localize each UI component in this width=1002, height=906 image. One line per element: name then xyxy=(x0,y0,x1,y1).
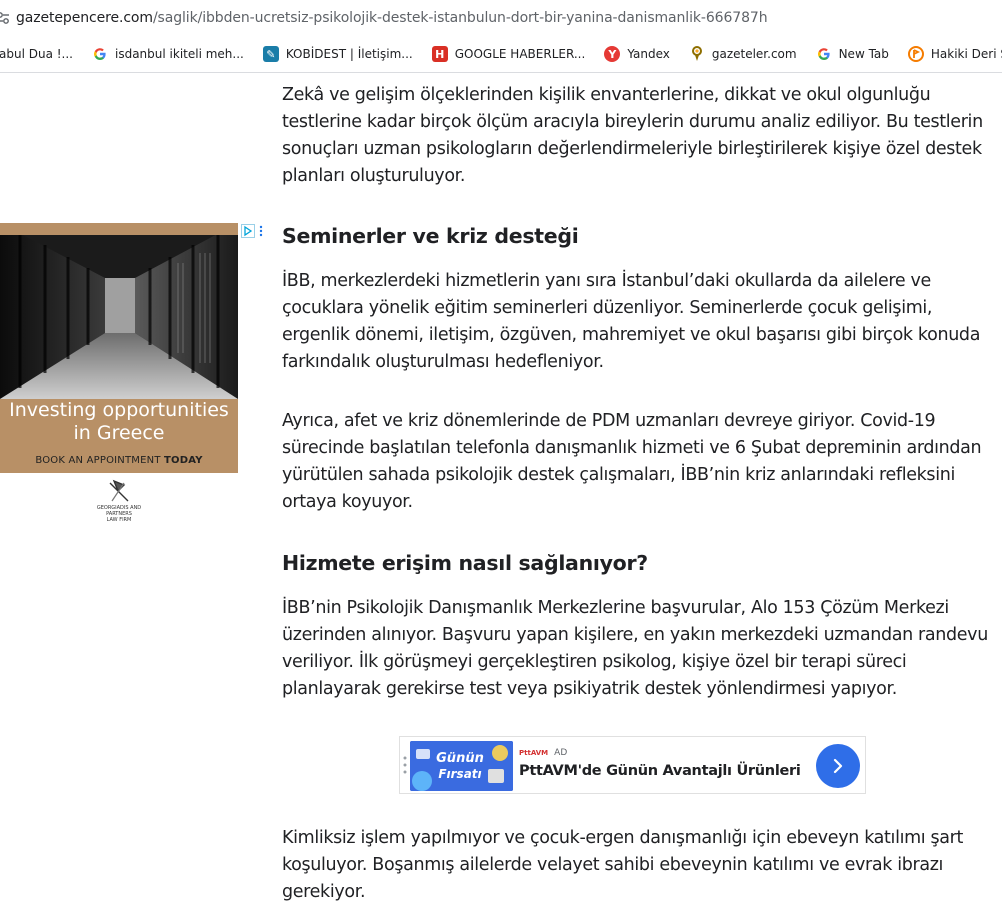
url-path: /saglik/ibbden-ucretsiz-psikolojik-deste… xyxy=(152,10,768,26)
address-bar[interactable]: gazetepencere.com/saglik/ibbden-ucretsiz… xyxy=(0,0,1002,36)
ad-label: AD xyxy=(554,748,568,758)
law-firm-logo: GEORGIADIS AND PARTNERS LAW FIRM xyxy=(84,479,154,523)
article-paragraph: Ayrıca, afet ve kriz dönemlerinde de PDM… xyxy=(282,411,982,512)
bookmark-item[interactable]: H GOOGLE HABERLER... xyxy=(431,46,586,62)
law-firm-line1: GEORGIADIS AND PARTNERS xyxy=(96,505,142,517)
pencil-icon: ✎ xyxy=(262,46,279,62)
left-ad[interactable]: Investing opportunities in Greece BOOK A… xyxy=(0,223,267,523)
ad-headline: Investing opportunities in Greece xyxy=(0,399,238,445)
ad-brand: PttAVM xyxy=(519,749,549,757)
shop-icon xyxy=(907,46,924,62)
article-paragraph: Kimliksiz işlem yapılmıyor ve çocuk-erge… xyxy=(282,828,964,902)
bookmark-label: abul Dua !... xyxy=(0,47,73,61)
article-paragraph: Zekâ ve gelişim ölçeklerinden kişilik en… xyxy=(282,85,983,186)
ad-choices-icon[interactable] xyxy=(241,224,255,238)
bookmark-item[interactable]: New Tab xyxy=(815,46,889,62)
bookmark-item[interactable]: Hakiki Deri Siyah Er... xyxy=(907,46,1002,62)
h-icon: H xyxy=(431,46,448,62)
bookmark-label: GOOGLE HABERLER... xyxy=(454,47,586,61)
bookmark-label: Yandex xyxy=(627,47,670,61)
law-firm-name: GEORGIADIS AND PARTNERS LAW FIRM xyxy=(84,505,154,523)
url-text[interactable]: gazetepencere.com/saglik/ibbden-ucretsiz… xyxy=(16,10,768,26)
chevron-right-icon xyxy=(833,758,843,774)
ad-thumbnail: Günün Fırsatı xyxy=(410,741,513,791)
google-icon xyxy=(815,46,832,62)
bookmark-label: Hakiki Deri Siyah Er... xyxy=(930,47,1002,61)
ad-photo xyxy=(0,223,238,399)
site-info-icon[interactable] xyxy=(0,11,10,25)
bookmark-item[interactable]: ✎ KOBİDEST | İletişim... xyxy=(262,46,413,62)
bookmark-label: gazeteler.com xyxy=(711,47,797,61)
bookmark-label: New Tab xyxy=(838,47,889,61)
section-heading: Hizmete erişim nasıl sağlanıyor? xyxy=(282,551,648,575)
pin-icon xyxy=(688,46,705,62)
law-firm-line2: LAW FIRM xyxy=(106,517,132,523)
drag-handle-icon xyxy=(402,755,408,775)
ad-cta-bold: TODAY xyxy=(164,455,203,466)
ad-open-button[interactable] xyxy=(816,744,860,788)
bookmark-item[interactable]: abul Dua !... xyxy=(0,47,73,61)
section-heading: Seminerler ve kriz desteği xyxy=(282,224,579,248)
yandex-icon: Y xyxy=(604,46,621,62)
bookmark-item[interactable]: isdanbul ikiteli meh... xyxy=(92,46,244,62)
inline-ad[interactable]: Günün Fırsatı PttAVM AD PttAVM'de Günün A… xyxy=(399,736,866,794)
quill-icon xyxy=(109,479,129,502)
ad-title[interactable]: PttAVM'de Günün Avantajlı Ürünleri xyxy=(519,763,801,779)
ad-choices[interactable] xyxy=(238,223,267,239)
bookmarks-bar: abul Dua !... isdanbul ikiteli meh... ✎ … xyxy=(0,36,1002,73)
more-options-icon[interactable] xyxy=(255,224,267,238)
ad-cta-text: BOOK AN APPOINTMENT xyxy=(35,455,161,466)
ad-cta[interactable]: BOOK AN APPOINTMENT TODAY xyxy=(0,455,238,466)
google-icon xyxy=(92,46,108,62)
ad-thumb-line2: Fırsatı xyxy=(438,767,481,781)
bookmark-item[interactable]: gazeteler.com xyxy=(688,46,797,62)
bookmark-item[interactable]: Y Yandex xyxy=(604,46,670,62)
bookmark-label: KOBİDEST | İletişim... xyxy=(285,47,413,61)
article-paragraph: İBB’nin Psikolojik Danışmanlık Merkezler… xyxy=(282,598,988,699)
article-paragraph: İBB, merkezlerdeki hizmetlerin yanı sıra… xyxy=(282,271,981,372)
ad-headline-line1: Investing opportunities xyxy=(9,399,229,421)
ad-meta: PttAVM AD xyxy=(519,748,567,758)
url-domain: gazetepencere.com xyxy=(16,10,153,26)
bookmark-label: isdanbul ikiteli meh... xyxy=(115,47,244,61)
ad-headline-line2: in Greece xyxy=(73,422,165,444)
ad-thumb-line1: Günün xyxy=(436,751,484,766)
